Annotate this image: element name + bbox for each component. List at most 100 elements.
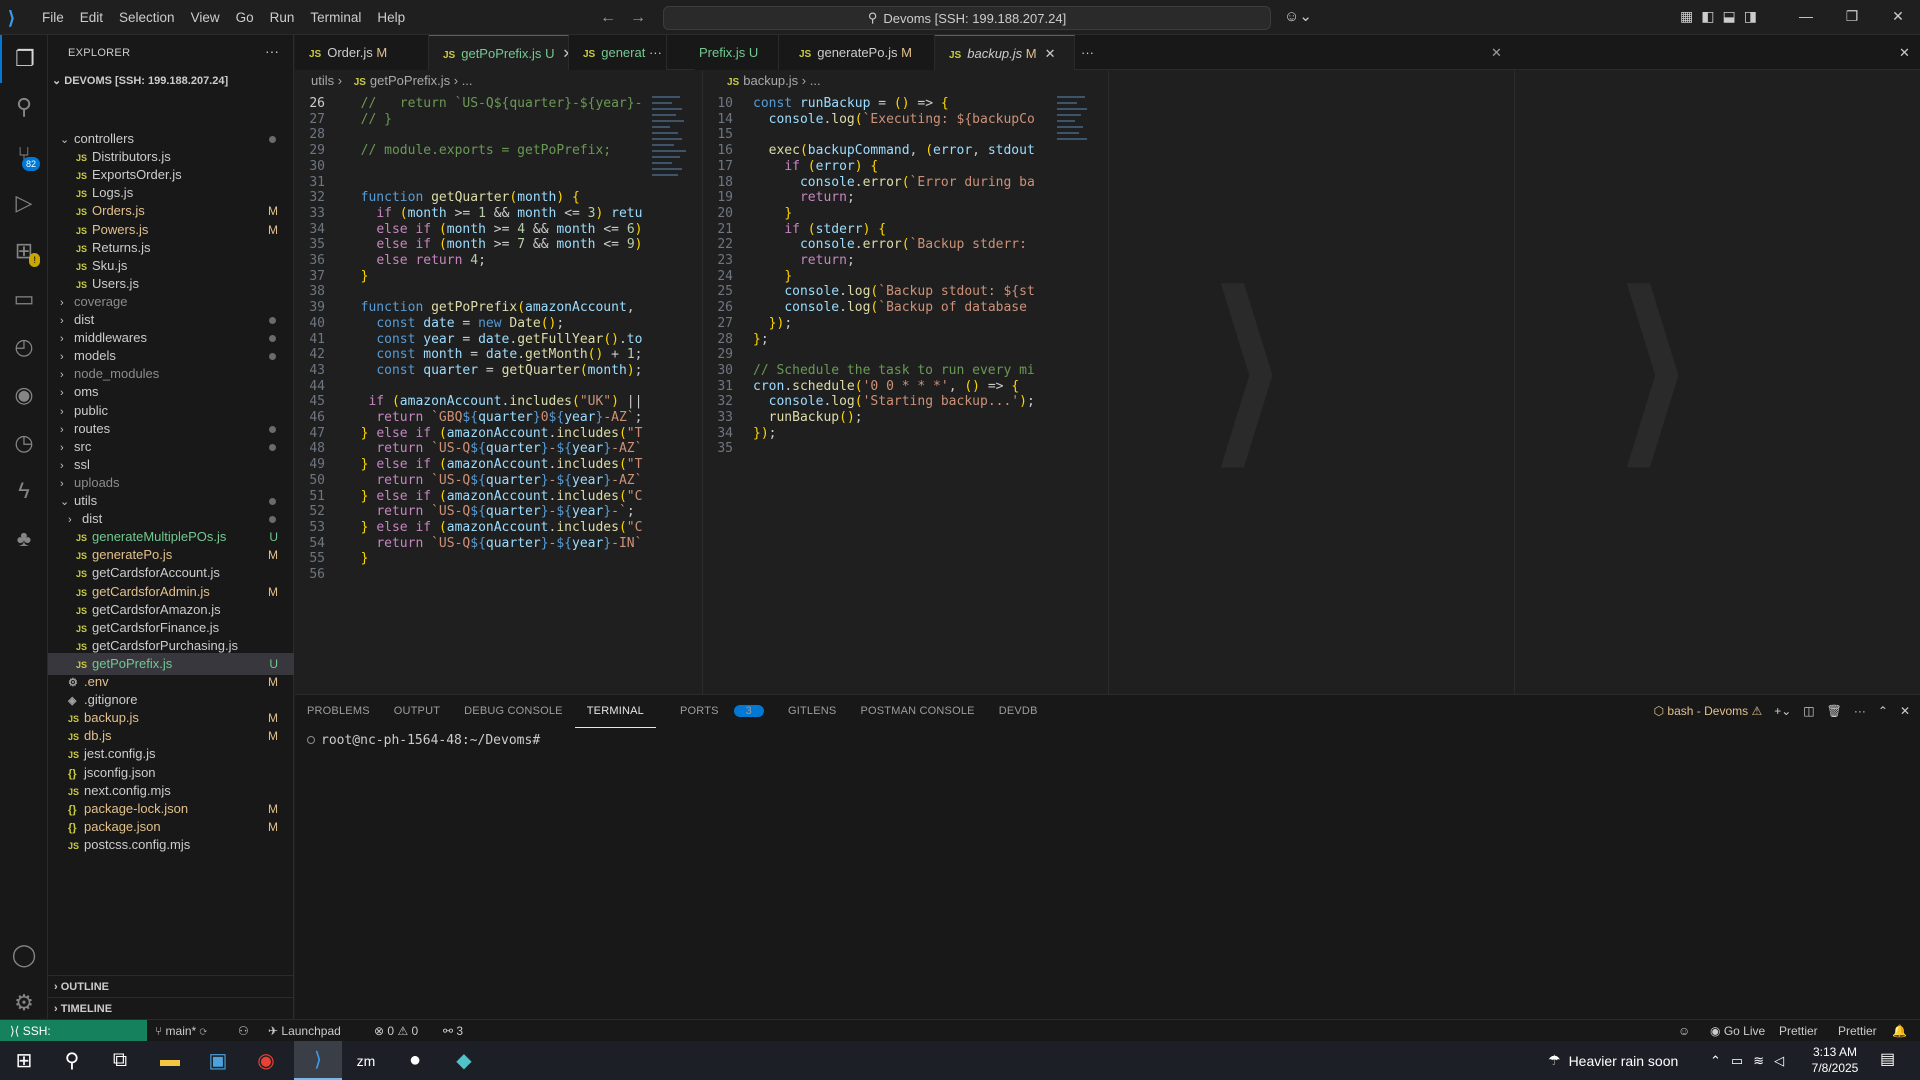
terminal[interactable]: root@nc-ph-1564-48:~/Devoms# [307,733,540,748]
windows-start-icon[interactable]: ⊞ [0,1041,48,1080]
prettier-status[interactable]: Prettier [1838,1020,1877,1042]
gitlens-icon[interactable]: ◴ [0,323,48,371]
network-icon[interactable]: ▭ [1731,1053,1743,1069]
tab-backup-js[interactable]: JS backup.js M ✕ [935,35,1075,70]
terminal-shell-selector[interactable]: ⬡ bash - Devoms ⚠ [1654,704,1763,718]
app-icon[interactable]: ◆ [440,1041,488,1080]
explorer-icon[interactable]: ❐ [0,35,48,83]
tab-debug-console[interactable]: DEBUG CONSOLE [452,695,575,727]
scm-badge: 82 [21,157,40,171]
code-line[interactable]: 35 [703,439,753,458]
tab-prefix-js[interactable]: Prefix.js U [695,35,779,70]
menu-help[interactable]: Help [369,0,413,35]
kill-terminal-icon[interactable]: 🗑 [1827,704,1842,718]
menu-edit[interactable]: Edit [72,0,111,35]
minimap[interactable] [1055,92,1095,192]
notification-center-icon[interactable]: ▤ [1880,1049,1895,1069]
maximize-panel-icon[interactable]: ⌃ [1878,704,1888,718]
timeline-view-icon[interactable]: ◷ [0,419,48,467]
ports-indicator[interactable]: ⚯ 3 [443,1020,463,1042]
menu-file[interactable]: File [34,0,72,35]
customize-layout-icon[interactable]: ▦ [1680,8,1693,25]
chrome-icon[interactable]: ◉ [242,1041,290,1080]
task-view-icon[interactable]: ⧉ [96,1041,144,1080]
more-tab-actions-icon[interactable]: ··· [1075,35,1094,70]
tab-postman-console[interactable]: POSTMAN CONSOLE [848,695,986,727]
toggle-secondary-sidebar-icon[interactable]: ◨ [1744,8,1757,25]
menu-run[interactable]: Run [262,0,303,35]
breadcrumb[interactable]: JS backup.js › ... [703,70,821,92]
menu-view[interactable]: View [183,0,228,35]
problems-indicator[interactable]: ⊗ 0 ⚠ 0 [374,1020,418,1042]
timeline-section[interactable]: › TIMELINE [48,997,294,1019]
close-window-icon[interactable]: ✕ [1875,0,1920,35]
editor-right[interactable]: JS backup.js › ... 10 const runBackup = ()… [702,70,1108,694]
tab-devdb[interactable]: DEVDB [987,695,1050,727]
tab-generat[interactable]: JS generat ··· [569,35,667,70]
python-icon[interactable]: ♣ [0,515,48,563]
zoom-icon[interactable]: zm [342,1041,390,1080]
tab-getpoprefix-js[interactable]: JSgetPoPrefix.js U✕ [429,35,569,70]
close-panel-icon[interactable]: ✕ [1900,704,1910,718]
menu-terminal[interactable]: Terminal [302,0,369,35]
close-secondary-icon[interactable]: ✕ [1899,35,1910,70]
close-group-icon[interactable]: ✕ [1491,35,1502,70]
back-arrow-icon[interactable]: ← [600,9,616,27]
prettier-status[interactable]: Prettier [1779,1020,1818,1042]
vscode-taskbar-icon[interactable]: ⟩ [294,1041,342,1080]
tab-gitlens[interactable]: GITLENS [776,695,848,727]
copilot-status-icon[interactable]: ☺ [1678,1020,1690,1042]
editor-left[interactable]: utils › JS getPoPrefix.js › ... 26 // ret… [295,70,700,694]
more-actions-icon[interactable]: ··· [265,43,279,59]
run-debug-icon[interactable]: ▷ [0,179,48,227]
postman-icon[interactable]: ◉ [0,371,48,419]
command-center[interactable]: ⚲ Devoms [SSH: 199.188.207.24] [663,6,1271,30]
tab-ports[interactable]: PORTS 3 [656,695,776,727]
source-control-icon[interactable]: ⑂ 82 [0,131,48,179]
more-icon[interactable]: ··· [1854,704,1866,718]
go-live-button[interactable]: ◉ Go Live [1710,1020,1765,1042]
notifications-bell-icon[interactable]: 🔔 [1892,1020,1907,1042]
thunder-icon[interactable]: ϟ [0,467,48,515]
remote-indicator[interactable]: ⟩⟨ SSH: 199.188.207.24 [0,1020,147,1060]
clock[interactable]: 3:13 AM 7/8/2025 [1795,1044,1875,1076]
account-icon[interactable]: ◯ [0,931,48,979]
volume-icon[interactable]: ◁ [1774,1053,1784,1069]
tab-output[interactable]: OUTPUT [382,695,452,727]
tab-generatepo-js[interactable]: JS generatePo.js M [779,35,935,70]
store-icon[interactable]: ▣ [194,1041,242,1080]
tab-terminal[interactable]: TERMINAL [574,695,656,728]
chevron-up-icon[interactable]: ⌃ [1710,1053,1721,1069]
wifi-icon[interactable]: ≋ [1753,1053,1764,1069]
breadcrumb[interactable]: utils › JS getPoPrefix.js › ... [295,70,473,92]
code-line[interactable]: 43 const quarter = getQuarter(month); [295,361,642,380]
tree-item[interactable]: JS postcss.config.mjs [48,834,294,856]
minimap[interactable] [650,92,690,192]
workspace-root[interactable]: ⌄ DEVOMS [SSH: 199.188.207.24] [52,74,228,87]
search-icon[interactable]: ⚲ [48,1041,96,1080]
branch-indicator[interactable]: ⑂ main* ⟳ [155,1020,207,1042]
app-icon[interactable]: ● [391,1041,439,1080]
outline-section[interactable]: › OUTLINE [48,975,294,997]
extensions-icon[interactable]: ⊞! [0,227,48,275]
restore-icon[interactable]: ❐ [1829,0,1875,35]
minimize-icon[interactable]: — [1783,0,1829,35]
tab-problems[interactable]: PROBLEMS [295,695,382,727]
weather-widget[interactable]: ☂ Heavier rain soon [1548,1041,1678,1080]
menu-go[interactable]: Go [228,0,262,35]
close-tab-icon[interactable]: ✕ [1045,46,1056,61]
menu-selection[interactable]: Selection [111,0,183,35]
toggle-sidebar-icon[interactable]: ◧ [1701,8,1714,25]
gitlens-status-icon[interactable]: ⚇ [238,1020,249,1042]
search-view-icon[interactable]: ⚲ [0,83,48,131]
remote-explorer-icon[interactable]: ▭ [0,275,48,323]
toggle-panel-icon[interactable]: ⬓ [1722,8,1735,25]
code-line[interactable]: 56 [295,565,345,584]
split-terminal-icon[interactable]: ◫ [1803,704,1814,718]
tab-order-js[interactable]: JS Order.js M [295,35,429,70]
new-terminal-icon[interactable]: +⌄ [1774,704,1791,718]
launchpad-indicator[interactable]: ✈ Launchpad [268,1020,341,1042]
forward-arrow-icon[interactable]: → [630,9,646,27]
copilot-icon[interactable]: ☺⌄ [1284,6,1316,28]
file-explorer-icon[interactable]: ▬ [146,1041,194,1080]
